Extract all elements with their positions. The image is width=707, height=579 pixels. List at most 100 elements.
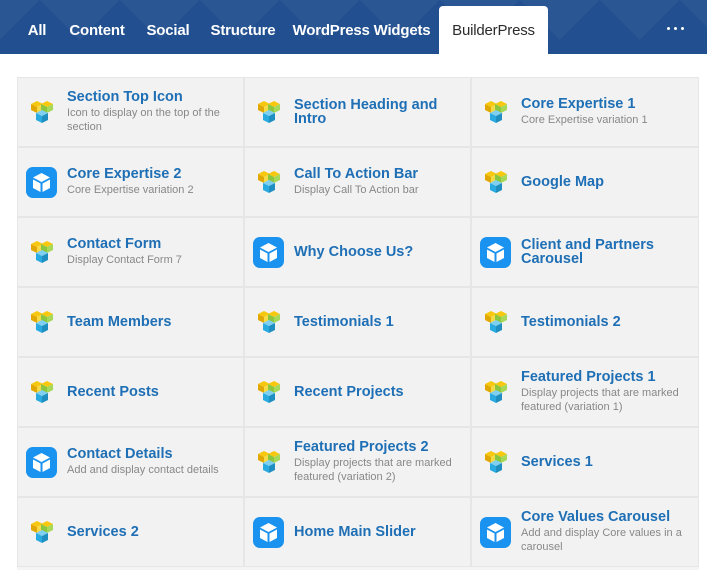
element-title: Contact Form — [67, 235, 162, 252]
element-card-text: Section Top Icon Icon to display on the t… — [67, 90, 243, 134]
element-card-recent-projects[interactable]: Recent Projects — [244, 357, 471, 427]
element-card-contact-details[interactable]: Contact Details Add and display contact d… — [17, 427, 244, 497]
element-title: Recent Posts — [67, 384, 159, 400]
element-card-section-top-icon[interactable]: Section Top Icon Icon to display on the t… — [17, 77, 244, 147]
element-list: Section Top Icon Icon to display on the t… — [17, 77, 699, 570]
element-description: Display Contact Form 7 — [67, 253, 182, 266]
element-card-text: Core Expertise 2 Core Expertise variation… — [67, 167, 200, 198]
element-description: Icon to display on the top of the sectio… — [67, 107, 220, 133]
tab-all[interactable]: All — [18, 6, 56, 54]
element-description: Add and display Core values in a carouse… — [521, 527, 682, 553]
element-card-google-map[interactable]: Google Map — [471, 147, 699, 217]
tab-structure[interactable]: Structure — [204, 6, 282, 54]
element-title: Featured Projects 2 — [294, 439, 429, 455]
element-card-text: Contact Details Add and display contact d… — [67, 447, 225, 478]
element-title: Featured Projects 1 — [521, 369, 656, 385]
cube-logo-icon — [25, 96, 58, 129]
element-description: Add and display contact details — [67, 463, 219, 476]
element-card-text: Recent Posts — [67, 384, 165, 400]
element-card-services-2[interactable]: Services 2 — [17, 497, 244, 567]
box-badge-icon — [252, 516, 285, 549]
element-card-services-1[interactable]: Services 1 — [471, 427, 699, 497]
box-badge-icon — [479, 516, 512, 549]
element-description: Core Expertise variation 1 — [521, 113, 648, 126]
element-title: Recent Projects — [294, 384, 404, 400]
element-title: Core Values Carousel — [521, 509, 671, 525]
element-title: Core Expertise 2 — [67, 165, 182, 182]
element-title: Section Heading and Intro — [294, 97, 438, 127]
element-card-recent-posts[interactable]: Recent Posts — [17, 357, 244, 427]
element-card-text: Testimonials 2 — [521, 314, 627, 330]
element-card-text: Section Heading and Intro — [294, 97, 470, 127]
element-title: Testimonials 2 — [521, 314, 621, 330]
box-badge-icon — [25, 166, 58, 199]
element-card-text: Why Choose Us? — [294, 244, 419, 260]
element-card-text: Services 1 — [521, 455, 599, 470]
element-title: Testimonials 1 — [294, 314, 394, 330]
box-badge-icon — [479, 236, 512, 269]
cube-logo-icon — [479, 96, 512, 129]
element-card-contact-form[interactable]: Contact Form Display Contact Form 7 — [17, 217, 244, 287]
element-card-text: Team Members — [67, 314, 178, 330]
element-title: Home Main Slider — [294, 524, 416, 540]
element-category-tabs: All Content Social Structure WordPress W… — [0, 0, 707, 54]
element-title: Core Expertise 1 — [521, 95, 636, 112]
element-card-text: Featured Projects 2 Display projects that… — [294, 440, 470, 484]
element-card-core-values-carousel[interactable]: Core Values Carousel Add and display Core… — [471, 497, 699, 567]
element-card-text: Client and Partners Carousel — [521, 237, 698, 267]
element-description: Core Expertise variation 2 — [67, 183, 194, 196]
element-title: Team Members — [67, 314, 172, 330]
box-badge-icon — [252, 236, 285, 269]
element-card-testimonials-2[interactable]: Testimonials 2 — [471, 287, 699, 357]
box-badge-icon — [25, 446, 58, 479]
cube-logo-icon — [25, 376, 58, 409]
tab-content[interactable]: Content — [62, 6, 132, 54]
element-card-core-expertise-2[interactable]: Core Expertise 2 Core Expertise variation… — [17, 147, 244, 217]
element-card-team-members[interactable]: Team Members — [17, 287, 244, 357]
cube-logo-icon — [479, 306, 512, 339]
element-card-text: Contact Form Display Contact Form 7 — [67, 237, 188, 268]
element-card-text: Call To Action Bar Display Call To Action… — [294, 167, 425, 198]
element-card-text: Home Main Slider — [294, 524, 422, 540]
cube-logo-icon — [479, 446, 512, 479]
element-title: Why Choose Us? — [294, 244, 414, 260]
element-title: Google Map — [521, 174, 604, 190]
element-card-text: Core Expertise 1 Core Expertise variation… — [521, 97, 654, 128]
element-description: Display projects that are marked feature… — [521, 387, 679, 413]
element-card-text: Core Values Carousel Add and display Core… — [521, 510, 698, 554]
cube-logo-icon — [252, 96, 285, 129]
cube-logo-icon — [252, 446, 285, 479]
element-card-client-and-partners-carousel[interactable]: Client and Partners Carousel — [471, 217, 699, 287]
cube-logo-icon — [252, 166, 285, 199]
element-card-home-main-slider[interactable]: Home Main Slider — [244, 497, 471, 567]
tab-wordpress-widgets[interactable]: WordPress Widgets — [289, 6, 434, 54]
element-description: Display Call To Action bar — [294, 183, 419, 196]
element-card-call-to-action-bar[interactable]: Call To Action Bar Display Call To Action… — [244, 147, 471, 217]
element-card-testimonials-1[interactable]: Testimonials 1 — [244, 287, 471, 357]
cube-logo-icon — [25, 306, 58, 339]
tab-social[interactable]: Social — [140, 6, 196, 54]
element-card-text: Featured Projects 1 Display projects that… — [521, 370, 698, 414]
cube-logo-icon — [252, 306, 285, 339]
cube-logo-icon — [252, 376, 285, 409]
element-title: Services 2 — [67, 524, 139, 540]
element-card-text: Testimonials 1 — [294, 314, 400, 330]
element-card-text: Google Map — [521, 174, 610, 190]
element-title: Client and Partners Carousel — [521, 237, 654, 267]
element-title: Section Top Icon — [67, 89, 183, 105]
element-card-core-expertise-1[interactable]: Core Expertise 1 Core Expertise variation… — [471, 77, 699, 147]
ellipsis-icon[interactable] — [663, 16, 687, 40]
element-card-text: Recent Projects — [294, 384, 410, 400]
element-card-text: Services 2 — [67, 524, 145, 540]
element-description: Display projects that are marked feature… — [294, 457, 452, 483]
element-card-section-heading-and-intro[interactable]: Section Heading and Intro — [244, 77, 471, 147]
element-card-featured-projects-1[interactable]: Featured Projects 1 Display projects that… — [471, 357, 699, 427]
cube-logo-icon — [25, 516, 58, 549]
tab-builderpress[interactable]: BuilderPress — [439, 6, 548, 54]
cube-logo-icon — [25, 236, 58, 269]
cube-logo-icon — [479, 166, 512, 199]
element-card-why-choose-us[interactable]: Why Choose Us? — [244, 217, 471, 287]
cube-logo-icon — [479, 376, 512, 409]
element-card-featured-projects-2[interactable]: Featured Projects 2 Display projects that… — [244, 427, 471, 497]
element-title: Contact Details — [67, 445, 173, 462]
